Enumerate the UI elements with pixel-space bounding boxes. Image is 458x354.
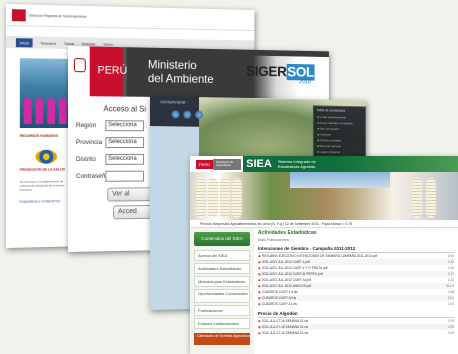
salud-links[interactable]: Estadísticas | Contáctenos	[20, 199, 60, 204]
ministerio-agricultura-badge: Ministerio de Agricultura	[213, 158, 242, 170]
siea-subtitle: Sistema Integrado de Estadísticas Agrari…	[274, 156, 335, 172]
region-select[interactable]: Selecciona	[105, 120, 145, 132]
siea-sidebar: Contenidos del SIEA Acerca del SIEA Acti…	[190, 228, 254, 354]
acceso-title: Acceso al Si	[103, 104, 147, 114]
promocion-salud-emblem-icon	[35, 149, 57, 164]
header-decoration	[334, 156, 458, 172]
file-size: 0.05	[447, 331, 454, 335]
file-row[interactable]: CUADROS CUEP-13.xls 0.03	[258, 301, 454, 307]
provincia-select[interactable]: Selecciona	[105, 137, 145, 149]
algodon-file-list: 2011-JUL-07-16 SEMANA 01.xls 0.052011-JUL…	[258, 318, 454, 336]
calendario-eventos-button[interactable]: Calendario de Eventos Agricultura	[194, 333, 250, 345]
salud-header-title: Dirección Regional de Salud Apurímac	[28, 13, 87, 19]
menu-item-enlaces[interactable]: Enlaces Institucionales	[194, 318, 250, 329]
peru-label: PERÚ	[97, 64, 128, 77]
siea-window: PERÚ Ministerio de Agricultura SIEA Sist…	[190, 156, 458, 354]
menu-item-publicaciones[interactable]: Publicaciones	[194, 305, 250, 316]
siea-content: Actividades Estadísticas Inicio Publicac…	[258, 230, 454, 336]
contrasena-label: Contraseñ	[75, 172, 106, 180]
salud-paragraph: Se reconoce el fortalecimiento de políti…	[19, 179, 65, 192]
zoom-out-icon[interactable]	[183, 110, 192, 119]
peru-badge: PERÚ	[196, 159, 214, 169]
zoom-in-icon[interactable]	[171, 110, 180, 119]
nav-item-noticias[interactable]: Noticias	[82, 41, 96, 46]
salud-header: Dirección Regional de Salud Apurímac	[6, 4, 255, 31]
file-size: 0.03	[447, 302, 454, 306]
section-intenciones: Intenciones de Siembra - Campaña 2011-20…	[258, 246, 454, 253]
acceder-button[interactable]: Acced	[113, 205, 152, 220]
contrasena-row: Contraseñ	[75, 170, 145, 182]
menu-item-metodologias[interactable]: Metodologías Estadísticas	[194, 276, 250, 287]
siea-header: PERÚ Ministerio de Agricultura SIEA Sist…	[190, 156, 458, 172]
emblem-label: PROMOCION DE LA SALUD	[19, 167, 66, 172]
siea-logo: SIEA	[243, 156, 275, 172]
intenciones-file-list: RESUMEN EJECUTIVO INTENCIONES DE SIEMBRA…	[258, 253, 454, 307]
content-tabs[interactable]: Inicio Publicaciones	[258, 238, 454, 242]
distrito-row: Distrito Selecciona	[75, 153, 145, 165]
menu-item-actividades[interactable]: Actividades Estadísticas	[194, 263, 250, 274]
content-title: Actividades Estadísticas	[258, 230, 317, 236]
distrito-select[interactable]: Selecciona	[105, 153, 145, 165]
sigersol-logo: SIGERSOL	[246, 63, 315, 81]
region-row: Región Selecciona	[75, 120, 145, 132]
nav-item-nosotros[interactable]: Nosotros	[41, 40, 57, 45]
recursos-humanos-title: RECURSOS HUMANOS	[19, 133, 58, 138]
peru-crest-icon	[73, 58, 86, 73]
file-row[interactable]: 2011-JUL-07-16 SEMANA 01.xls 0.05	[258, 330, 454, 336]
layer-item[interactable]: Lagos y lagunas	[314, 149, 365, 155]
sigersol-year: 2010	[299, 79, 312, 86]
pan-icon[interactable]	[195, 110, 203, 119]
contenidos-button[interactable]: Contenidos del SIEA	[194, 232, 250, 246]
provincia-row: Provincia Selecciona	[75, 137, 145, 149]
menu-item-acerca[interactable]: Acerca del SIEA	[194, 250, 250, 261]
region-label: Región	[75, 122, 97, 130]
agriculture-photo-banner	[190, 172, 458, 220]
section-algodon: Precio de Algodón	[258, 311, 454, 318]
contrasena-input[interactable]	[105, 170, 145, 182]
peru-logo-icon	[11, 8, 26, 21]
menu-item-oportunidades[interactable]: Oportunidades Comerciales	[194, 289, 250, 303]
file-name[interactable]: 2011-JUL-07-16 SEMANA 01.xls	[258, 330, 308, 336]
nav-item-turno[interactable]: Turno	[103, 41, 113, 46]
toolbar-icons	[171, 110, 203, 119]
file-name[interactable]: CUADROS CUEP-13.xls	[258, 301, 297, 307]
nav-item-inicio[interactable]: Inicio	[15, 37, 33, 47]
nav-item-salud[interactable]: Salud	[64, 41, 74, 46]
prices-marquee: Precios Mayoristas Agroalimentarios en L…	[190, 220, 458, 228]
toolbar-title: GEOSERVIDOR	[159, 100, 186, 105]
ministerio-label: Ministerio del Ambiente	[147, 57, 214, 86]
ministerio-ambiente-banner: PERÚ Ministerio del Ambiente SIGERSOL 20…	[68, 46, 329, 99]
distrito-label: Distrito	[75, 155, 96, 163]
provincia-label: Provincia	[75, 139, 103, 147]
map-toolbar: GEOSERVIDOR	[150, 96, 203, 127]
ver-button[interactable]: Ver al	[107, 187, 152, 202]
